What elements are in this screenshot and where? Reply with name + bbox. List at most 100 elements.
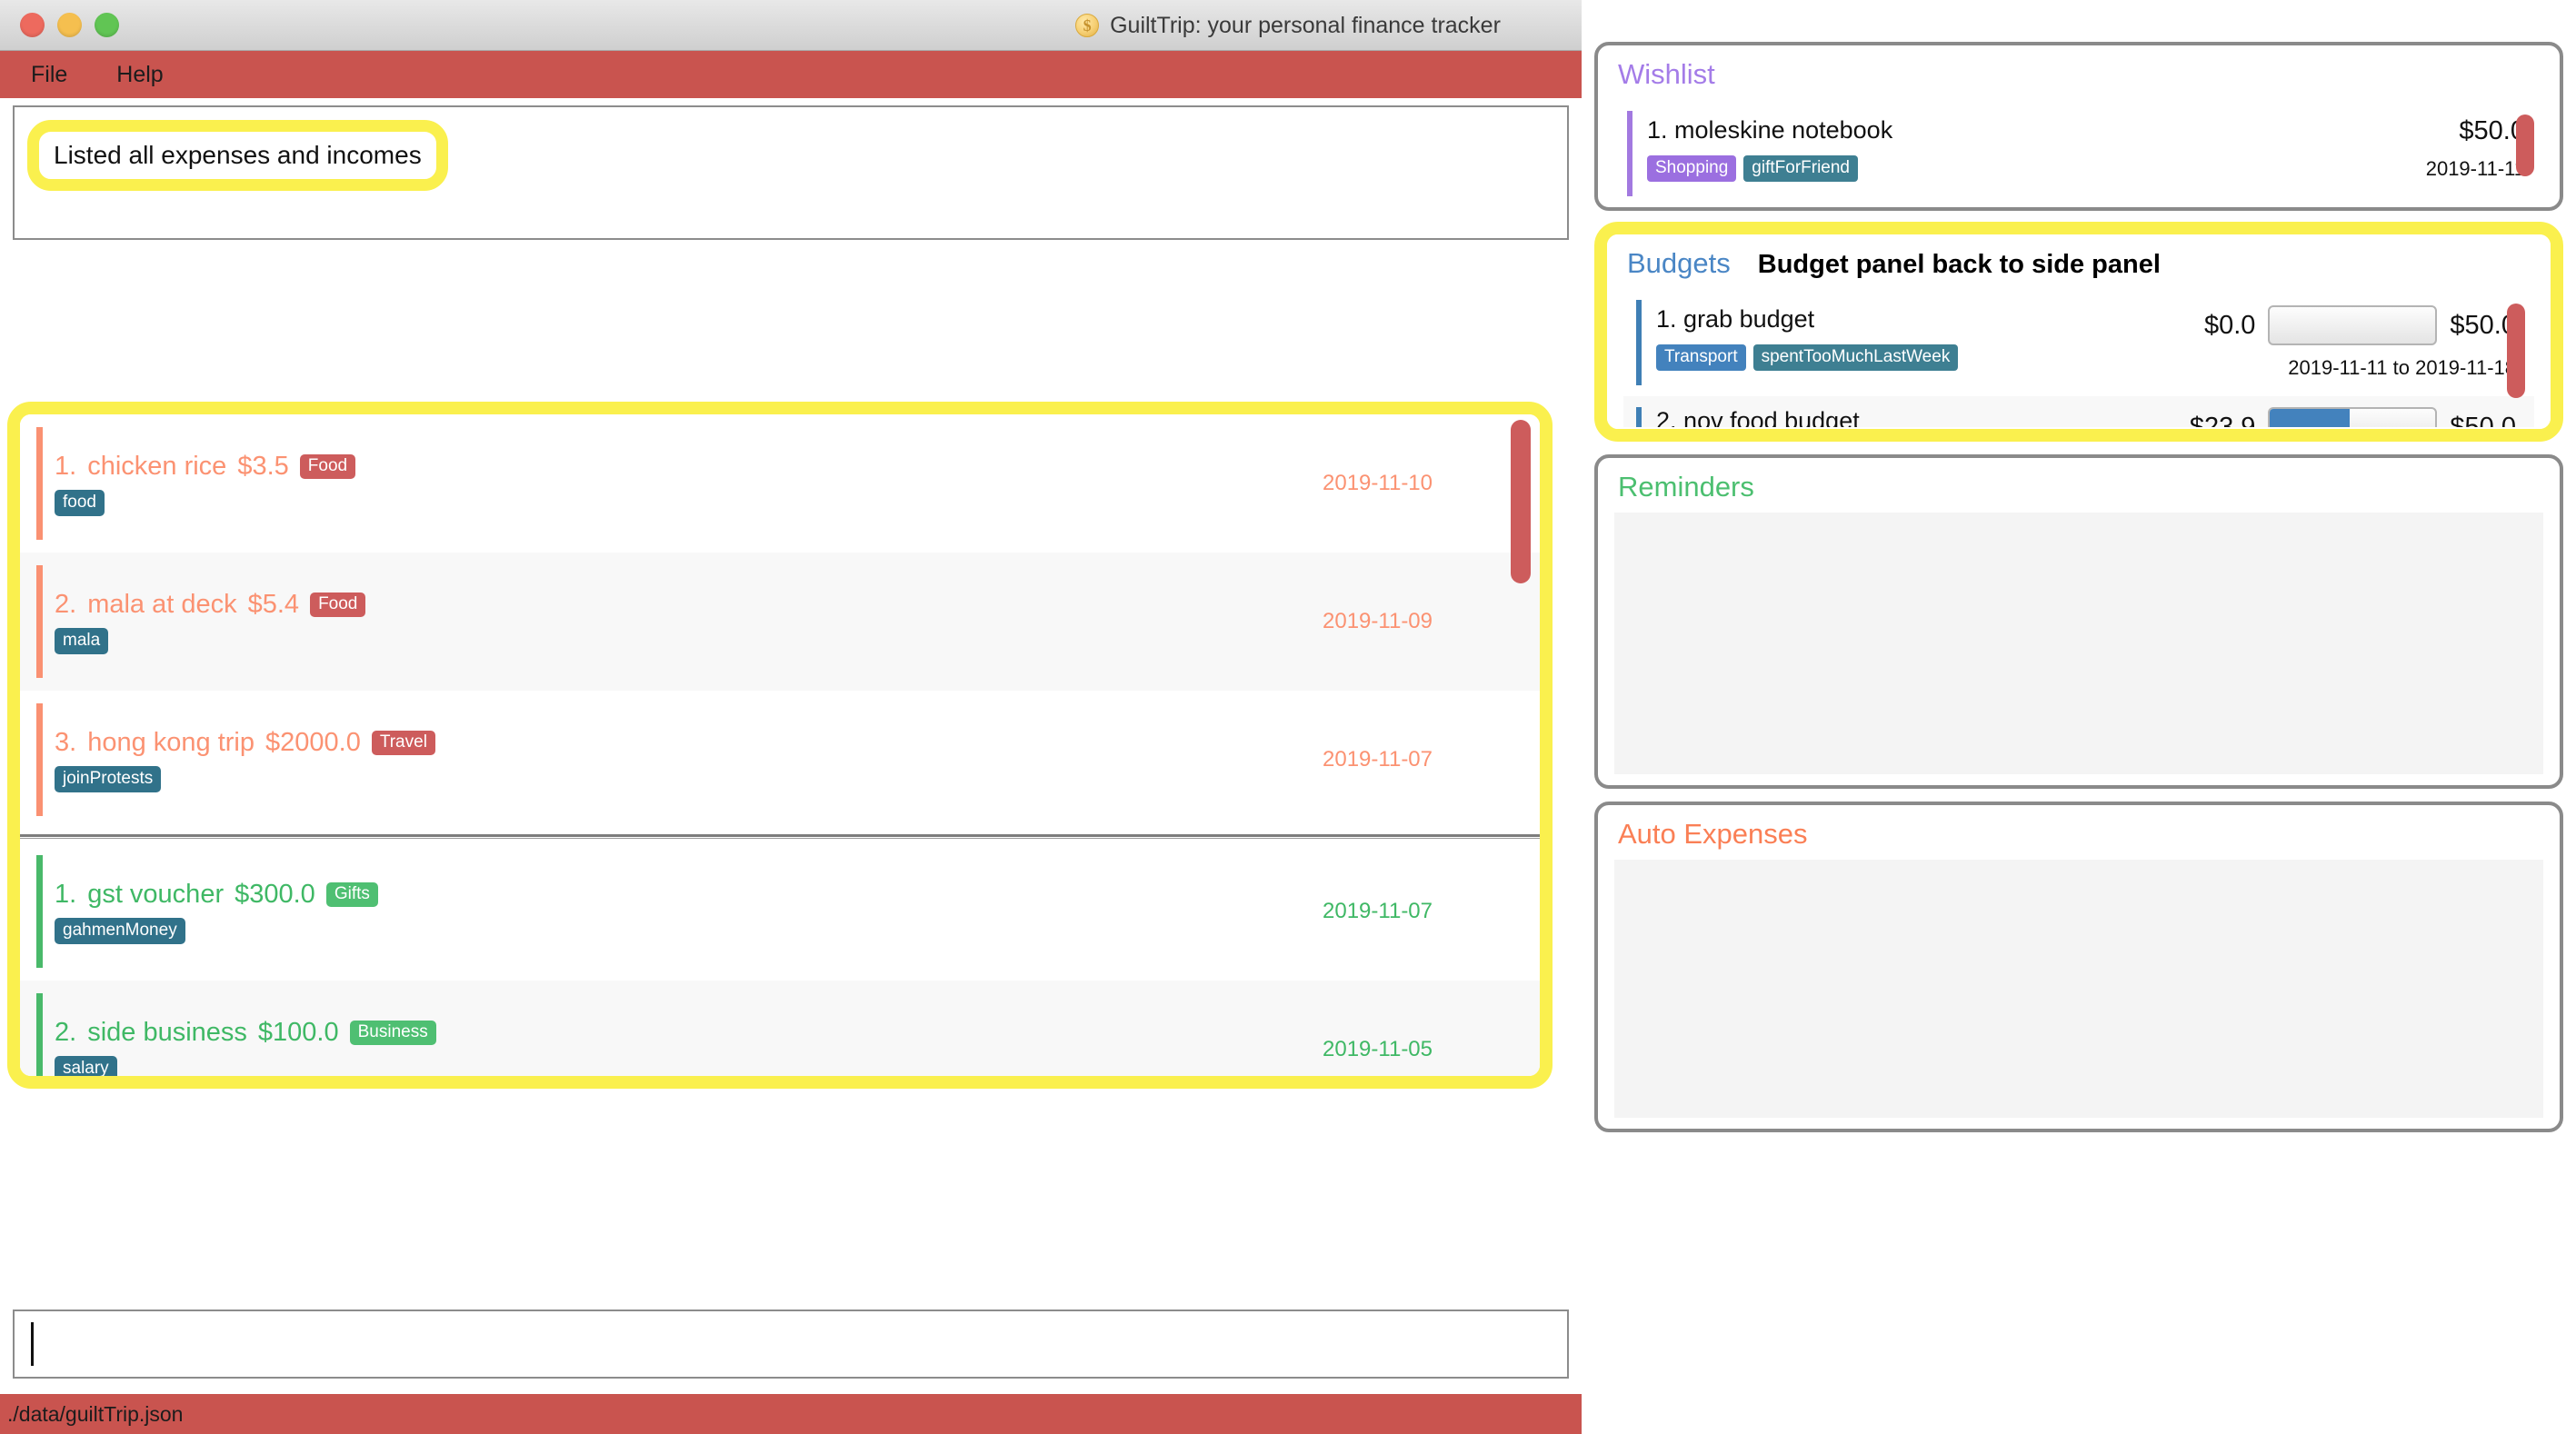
budget-item-name: nov food budget — [1683, 407, 1860, 427]
table-row[interactable]: 2. mala at deck $5.4 Food mala 2019-11-0… — [20, 553, 1540, 691]
expense-content: 2. mala at deck $5.4 Food mala — [55, 590, 1323, 654]
auto-expenses-panel: Auto Expenses — [1594, 802, 2563, 1132]
income-description: side business — [87, 1017, 247, 1047]
wishlist-item-badges: Shopping giftForFriend — [1647, 155, 1892, 182]
wishlist-item-right: $50.0 2019-11-11 — [2426, 116, 2525, 181]
budgets-scrollbar[interactable] — [2507, 304, 2525, 398]
income-amount: $100.0 — [257, 1017, 339, 1047]
budget-spent: $0.0 — [2203, 310, 2256, 340]
expense-income-divider — [20, 834, 1540, 839]
transaction-list-panel[interactable]: 1. chicken rice $3.5 Food food 2019-11-1… — [7, 402, 1553, 1089]
list-item[interactable]: 2. nov food budget $23.9 $50.0 — [1623, 396, 2534, 427]
wishlist-panel: Wishlist 1. moleskine notebook Shopping … — [1594, 42, 2563, 211]
budgets-highlight-ring: Budgets Budget panel back to side panel … — [1594, 222, 2563, 442]
budget-progress-bar — [2268, 407, 2438, 427]
wishlist-item-left: 1. moleskine notebook Shopping giftForFr… — [1647, 116, 1892, 182]
transaction-list-scrollbar[interactable] — [1511, 420, 1531, 1076]
auto-expenses-header: Auto Expenses — [1598, 805, 2560, 860]
budget-item-name-line: 1. grab budget — [1656, 305, 1958, 334]
budget-item-name: grab budget — [1683, 305, 1815, 333]
tag-badge: mala — [55, 627, 109, 654]
budget-item-row: 2. nov food budget $23.9 $50.0 — [1656, 407, 2516, 427]
income-date: 2019-11-05 — [1323, 1037, 1433, 1061]
income-content: 1. gst voucher $300.0 Gifts gahmenMoney — [55, 880, 1323, 944]
budget-item-name-line: 2. nov food budget — [1656, 407, 1860, 427]
expense-description: mala at deck — [87, 589, 237, 619]
expense-content: 3. hong kong trip $2000.0 Travel joinPro… — [55, 728, 1323, 792]
income-index: 1. — [55, 879, 77, 909]
wishlist-header: Wishlist — [1598, 45, 2560, 100]
budget-item-right: $23.9 $50.0 — [2190, 407, 2516, 427]
menu-bar: File Help — [0, 51, 1582, 98]
category-badge: Shopping — [1647, 155, 1737, 182]
reminders-header: Reminders — [1598, 458, 2560, 513]
status-bar: ./data/guiltTrip.json — [0, 1394, 1582, 1434]
list-item[interactable]: 1. moleskine notebook Shopping giftForFr… — [1614, 100, 2543, 205]
income-headline: 2. side business $100.0 Business — [55, 1018, 1323, 1048]
wishlist-title: Wishlist — [1618, 58, 1715, 90]
budget-accent-bar — [1636, 300, 1642, 385]
budget-item-left: 2. nov food budget — [1656, 407, 1860, 427]
close-window-button[interactable] — [20, 13, 45, 37]
income-amount: $300.0 — [235, 879, 315, 909]
tag-badge: food — [55, 489, 105, 516]
expense-list: 1. chicken rice $3.5 Food food 2019-11-1… — [20, 414, 1540, 829]
table-row[interactable]: 1. gst voucher $300.0 Gifts gahmenMoney … — [20, 842, 1540, 981]
wishlist-item-name: moleskine notebook — [1674, 116, 1893, 144]
budgets-body: 1. grab budget Transport spentTooMuchLas… — [1623, 289, 2534, 427]
income-list: 1. gst voucher $300.0 Gifts gahmenMoney … — [20, 842, 1540, 1076]
budget-spent: $23.9 — [2189, 412, 2256, 428]
wishlist-item-row: 1. moleskine notebook Shopping giftForFr… — [1647, 116, 2525, 182]
transaction-list-inner: 1. chicken rice $3.5 Food food 2019-11-1… — [20, 414, 1540, 1076]
menu-item-help[interactable]: Help — [116, 62, 163, 88]
reminders-title: Reminders — [1618, 471, 1754, 503]
expense-content: 1. chicken rice $3.5 Food food — [55, 452, 1323, 516]
budget-item-row: 1. grab budget Transport spentTooMuchLas… — [1656, 305, 2516, 380]
expense-date: 2019-11-09 — [1323, 609, 1433, 633]
wishlist-item-name-line: 1. moleskine notebook — [1647, 116, 1892, 144]
budget-item-index: 1. — [1656, 305, 1677, 333]
budget-progress-line: $0.0 $50.0 — [2204, 305, 2516, 345]
expense-headline: 3. hong kong trip $2000.0 Travel — [55, 728, 1323, 758]
income-date: 2019-11-07 — [1323, 899, 1433, 923]
scrollbar-thumb[interactable] — [1511, 420, 1531, 583]
table-row[interactable]: 1. chicken rice $3.5 Food food 2019-11-1… — [20, 414, 1540, 553]
reminders-panel: Reminders — [1594, 454, 2563, 789]
table-row[interactable]: 2. side business $100.0 Business salary … — [20, 981, 1540, 1076]
result-message: Listed all expenses and incomes — [27, 120, 448, 191]
minimize-window-button[interactable] — [57, 13, 82, 37]
budgets-title: Budgets — [1627, 247, 1731, 279]
wishlist-scrollbar[interactable] — [2516, 115, 2534, 176]
tag-badge: joinProtests — [55, 765, 162, 792]
expense-date: 2019-11-10 — [1323, 471, 1433, 495]
income-description: gst voucher — [87, 879, 225, 909]
list-item[interactable]: 1. grab budget Transport spentTooMuchLas… — [1623, 289, 2534, 396]
category-badge: Food — [299, 453, 356, 479]
expense-tags: food — [55, 489, 1323, 516]
budget-item-badges: Transport spentTooMuchLastWeek — [1656, 344, 1959, 371]
budgets-header: Budgets Budget panel back to side panel — [1607, 234, 2551, 289]
budgets-panel: Budgets Budget panel back to side panel … — [1607, 234, 2551, 429]
income-headline: 1. gst voucher $300.0 Gifts — [55, 880, 1323, 910]
category-badge: Travel — [371, 730, 435, 755]
menu-item-file[interactable]: File — [31, 62, 67, 88]
expense-index: 1. — [55, 451, 77, 481]
tag-badge: salary — [55, 1055, 117, 1076]
budgets-annotation: Budget panel back to side panel — [1757, 250, 2161, 279]
expense-date: 2019-11-07 — [1323, 747, 1433, 772]
reminders-body[interactable] — [1614, 513, 2543, 774]
expense-index: 2. — [55, 589, 77, 619]
auto-expenses-body[interactable] — [1614, 860, 2543, 1118]
expense-amount: $5.4 — [247, 589, 300, 619]
tag-badge: spentTooMuchLastWeek — [1752, 344, 1959, 371]
category-badge: Transport — [1656, 344, 1746, 371]
income-tags: salary — [55, 1055, 1323, 1076]
expense-headline: 2. mala at deck $5.4 Food — [55, 590, 1323, 620]
budget-date-range: 2019-11-11 to 2019-11-18 — [2288, 356, 2516, 379]
maximize-window-button[interactable] — [95, 13, 119, 37]
text-caret — [31, 1322, 34, 1366]
budget-item-left: 1. grab budget Transport spentTooMuchLas… — [1656, 305, 1959, 371]
table-row[interactable]: 3. hong kong trip $2000.0 Travel joinPro… — [20, 691, 1540, 829]
income-accent-bar — [36, 855, 43, 968]
command-input[interactable] — [13, 1310, 1569, 1379]
